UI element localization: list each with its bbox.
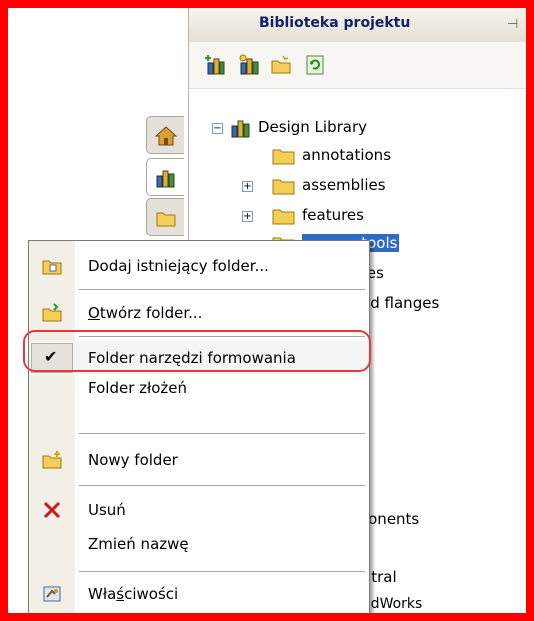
- sidetab-design-library[interactable]: [146, 158, 184, 196]
- folder-icon: [272, 149, 295, 165]
- add-to-library-icon: [205, 55, 225, 75]
- tree-item-label: features: [302, 206, 364, 224]
- menu-separator: [79, 485, 365, 486]
- menu-item-label: Folder złożeń: [88, 379, 188, 397]
- folder-icon: [156, 212, 176, 227]
- highlight-annotation: [23, 330, 371, 372]
- sidetab-file-explorer[interactable]: [146, 198, 184, 236]
- expand-icon[interactable]: +: [242, 181, 253, 192]
- menu-separator: [79, 289, 365, 290]
- add-to-library-button[interactable]: [203, 53, 227, 77]
- menu-item-add-existing-folder[interactable]: Dodaj istniejący folder...: [29, 249, 369, 283]
- menu-item-properties[interactable]: Właściwości: [29, 577, 369, 611]
- open-folder-button[interactable]: [269, 53, 293, 77]
- properties-icon: [43, 586, 61, 602]
- menu-separator: [79, 433, 365, 434]
- menu-item-label: Otwórz folder...: [88, 304, 203, 322]
- folder-icon: [272, 179, 295, 195]
- collapse-icon[interactable]: −: [212, 123, 223, 134]
- design-library-icon: [156, 170, 175, 188]
- open-folder-icon: [42, 303, 62, 322]
- context-menu: Dodaj istniejący folder... Otwórz folder…: [28, 240, 370, 613]
- menu-item-label: Usuń: [88, 501, 126, 519]
- design-library-icon: [231, 120, 250, 138]
- pane-toolbar: [189, 42, 526, 89]
- menu-item-label: Nowy folder: [88, 451, 178, 469]
- new-folder-icon: [42, 451, 62, 469]
- stage: Biblioteka projektu ⊣ − Design Library a…: [8, 8, 526, 613]
- folder-icon: [272, 209, 295, 225]
- menu-item-open-folder[interactable]: Otwórz folder...: [29, 296, 369, 330]
- add-library-folder-button[interactable]: [237, 53, 261, 77]
- menu-item-rename[interactable]: Zmień nazwę: [29, 527, 369, 561]
- refresh-button[interactable]: [303, 53, 327, 77]
- menu-item-assembly-folder[interactable]: Folder złożeń: [29, 375, 369, 409]
- tree-item-label: assemblies: [302, 176, 386, 194]
- menu-item-label: Zmień nazwę: [88, 535, 189, 553]
- add-library-folder-icon: [239, 54, 259, 75]
- menu-item-label: Dodaj istniejący folder...: [88, 257, 269, 275]
- pane-title: Biblioteka projektu: [259, 15, 411, 31]
- sidetab-home[interactable]: [146, 116, 184, 154]
- menu-item-delete[interactable]: Usuń: [29, 493, 369, 527]
- pane-header: Biblioteka projektu ⊣: [189, 8, 526, 43]
- tree-item-label: annotations: [302, 146, 392, 164]
- add-existing-folder-icon: [42, 260, 62, 275]
- home-icon: [155, 126, 177, 146]
- open-folder-icon: [271, 55, 291, 74]
- delete-icon: [43, 501, 61, 519]
- menu-item-new-folder[interactable]: Nowy folder: [29, 443, 369, 477]
- menu-separator: [79, 571, 365, 572]
- menu-item-label: Właściwości: [88, 585, 179, 603]
- refresh-icon: [306, 55, 324, 75]
- pin-icon[interactable]: ⊣: [507, 17, 518, 32]
- expand-icon[interactable]: +: [242, 211, 253, 222]
- tree-root-label: Design Library: [258, 118, 368, 136]
